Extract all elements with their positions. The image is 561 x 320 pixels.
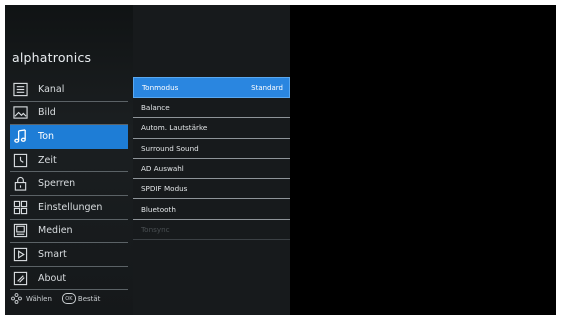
lock-icon	[13, 176, 28, 191]
ok-icon: OK	[61, 293, 76, 304]
menu-item-sperren[interactable]: Sperren	[10, 172, 128, 196]
submenu-item-label: AD Auswahl	[141, 164, 184, 174]
settings-grid-icon	[13, 200, 28, 215]
menu-item-label: Bild	[38, 107, 56, 119]
submenu-item-surround-sound[interactable]: Surround Sound	[133, 139, 290, 159]
menu-item-zeit[interactable]: Zeit	[10, 149, 128, 173]
menu-item-ton[interactable]: Ton	[10, 125, 128, 149]
menu-item-label: Medien	[38, 225, 73, 237]
submenu-item-label: Tonmodus	[142, 83, 179, 92]
menu-item-label: Kanal	[38, 83, 65, 95]
submenu-item-label: SPDIF Modus	[141, 184, 188, 194]
menu-item-label: Zeit	[38, 154, 57, 166]
media-icon	[13, 223, 28, 238]
menu-item-einstellungen[interactable]: Einstellungen	[10, 196, 128, 220]
menu-item-label: Einstellungen	[38, 201, 103, 213]
menu-item-smart[interactable]: Smart	[10, 243, 128, 267]
submenu-item-label: Autom. Lautstärke	[141, 123, 208, 133]
smart-play-icon	[13, 247, 28, 262]
submenu-item-label: Tonsync	[141, 224, 170, 234]
submenu-item-balance[interactable]: Balance	[133, 98, 290, 119]
tv-screen: alphatronics Kanal Bild Ton Zeit Sperren…	[5, 5, 556, 315]
submenu-item-ad-auswahl[interactable]: AD Auswahl	[133, 159, 290, 180]
submenu-item-value: Standard	[251, 83, 283, 92]
brand-title: alphatronics	[12, 50, 92, 65]
dpad-icon	[11, 293, 22, 304]
menu-item-label: Smart	[38, 248, 67, 260]
submenu-item-spdif-modus[interactable]: SPDIF Modus	[133, 179, 290, 200]
menu-item-label: Sperren	[38, 178, 76, 190]
submenu-item-tonsync: Tonsync	[133, 220, 290, 241]
submenu-item-label: Bluetooth	[141, 204, 176, 214]
menu-item-medien[interactable]: Medien	[10, 220, 128, 244]
submenu-item-label: Balance	[141, 103, 170, 113]
submenu-item-label: Surround Sound	[141, 143, 199, 153]
menu-item-kanal[interactable]: Kanal	[10, 78, 128, 102]
submenu-item-autom-lautstaerke[interactable]: Autom. Lautstärke	[133, 118, 290, 139]
main-menu: Kanal Bild Ton Zeit Sperren Einstellunge…	[10, 78, 128, 291]
footer-hints: Wählen OK Bestät	[11, 293, 100, 304]
submenu-item-tonmodus[interactable]: Tonmodus Standard	[133, 77, 290, 98]
menu-item-about[interactable]: About	[10, 267, 128, 291]
info-icon	[13, 271, 28, 286]
confirm-hint-label: Bestät	[77, 294, 101, 303]
sound-submenu: Tonmodus Standard Balance Autom. Lautstä…	[133, 77, 290, 241]
menu-item-label: Ton	[38, 130, 55, 142]
select-hint-label: Wählen	[26, 294, 52, 303]
menu-item-label: About	[38, 272, 67, 284]
music-note-icon	[13, 129, 28, 144]
picture-icon	[13, 105, 28, 120]
menu-item-bild[interactable]: Bild	[10, 102, 128, 126]
clock-icon	[13, 153, 28, 168]
list-icon	[13, 82, 28, 97]
submenu-item-bluetooth[interactable]: Bluetooth	[133, 199, 290, 220]
